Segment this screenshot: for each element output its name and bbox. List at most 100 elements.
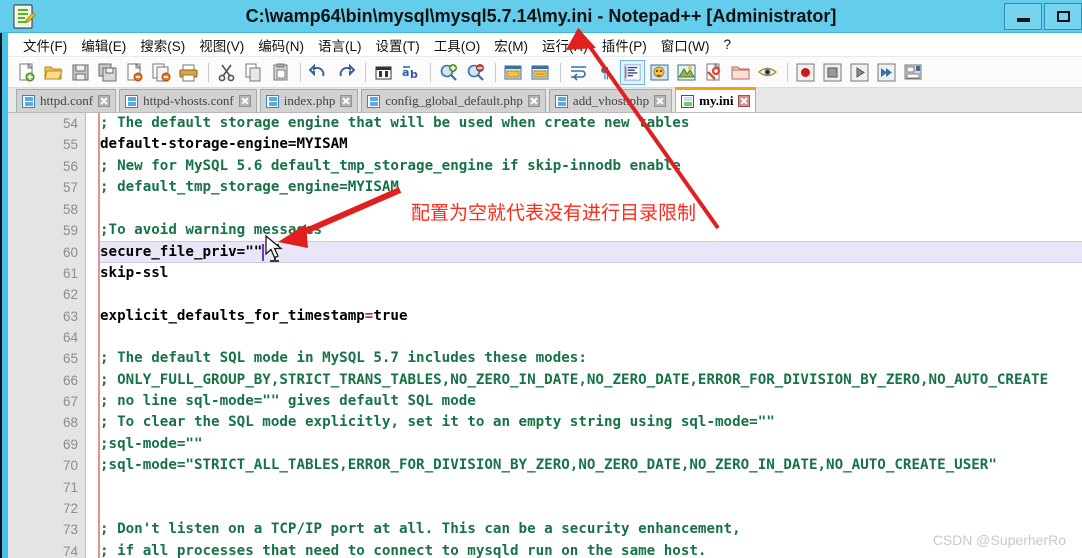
code-line[interactable]: 56 ; New for MySQL 5.6 default_tmp_storag… [63, 156, 1082, 177]
code-line[interactable]: 58 [63, 199, 1082, 220]
cut-icon[interactable] [214, 60, 239, 85]
undo-icon[interactable] [306, 60, 331, 85]
copy-icon[interactable] [241, 60, 266, 85]
code-line-text[interactable]: ; New for MySQL 5.6 default_tmp_storage_… [100, 156, 681, 177]
save-all-icon[interactable] [95, 60, 120, 85]
close-all-icon[interactable] [149, 60, 174, 85]
tab-my-ini[interactable]: my.ini [675, 87, 757, 112]
code-line[interactable]: 72 [63, 498, 1082, 519]
monitoring-eye-icon[interactable] [755, 60, 780, 85]
code-line[interactable]: 74 ; if all processes that need to connec… [63, 541, 1082, 558]
code-line[interactable]: 55 default-storage-engine=MYISAM [63, 134, 1082, 155]
code-line[interactable]: 63 explicit_defaults_for_timestamp=true [63, 306, 1082, 327]
code-line[interactable]: 61 skip-ssl [63, 263, 1082, 284]
close-icon[interactable] [654, 95, 667, 107]
menu-item-view[interactable]: 视图(V) [192, 34, 251, 56]
code-line-text[interactable]: ; Don't listen on a TCP/IP port at all. … [100, 519, 741, 540]
code-editor[interactable]: 54 ; The default storage engine that will… [8, 113, 1082, 558]
code-line-text[interactable]: ; ONLY_FULL_GROUP_BY,STRICT_TRANS_TABLES… [100, 370, 1048, 391]
macro-play-multiple-icon[interactable] [874, 60, 899, 85]
code-line[interactable]: 67 ; no line sql-mode="" gives default SQ… [63, 391, 1082, 412]
menu-item-macro[interactable]: 宏(M) [487, 34, 535, 56]
menu-item-encoding[interactable]: 编码(N) [251, 34, 311, 56]
code-line[interactable]: 65 ; The default SQL mode in MySQL 5.7 in… [63, 348, 1082, 369]
tab-label: my.ini [699, 93, 734, 108]
print-icon[interactable] [176, 60, 201, 85]
menu-item-search[interactable]: 搜索(S) [133, 34, 192, 56]
macro-record-icon[interactable] [793, 60, 818, 85]
code-line-text[interactable]: ; The default storage engine that will b… [100, 113, 689, 134]
code-line-text[interactable]: ;sql-mode="STRICT_ALL_TABLES,ERROR_FOR_D… [100, 455, 997, 476]
code-line-text[interactable]: ; The default SQL mode in MySQL 5.7 incl… [100, 348, 587, 369]
folder-workspace-icon[interactable] [728, 60, 753, 85]
maximize-button[interactable] [1044, 3, 1082, 30]
menu-item-window[interactable]: 窗口(W) [654, 34, 717, 56]
menu-item-settings[interactable]: 设置(T) [369, 34, 427, 56]
fold-margin[interactable] [86, 113, 100, 558]
sync-vertical-icon[interactable] [501, 60, 526, 85]
code-line-text[interactable]: secure_file_priv="" [100, 242, 262, 263]
zoom-in-icon[interactable] [436, 60, 461, 85]
close-icon[interactable] [238, 95, 251, 107]
close-icon[interactable] [738, 95, 751, 107]
tab-httpd-vhosts-conf[interactable]: httpd-vhosts.conf [119, 89, 257, 112]
code-line[interactable]: 66 ; ONLY_FULL_GROUP_BY,STRICT_TRANS_TABL… [63, 370, 1082, 391]
sync-horizontal-icon[interactable] [528, 60, 553, 85]
code-line-text[interactable]: ;To avoid warning messages [100, 220, 322, 241]
menu-item-help[interactable]: ? [716, 36, 738, 53]
code-line-text[interactable]: explicit_defaults_for_timestamp=true [100, 306, 408, 327]
tab-add-vhost-php[interactable]: add_vhost.php [548, 89, 673, 112]
close-icon[interactable] [527, 95, 540, 107]
code-line[interactable]: 57 ; default_tmp_storage_engine=MYISAM [63, 177, 1082, 198]
code-line-text[interactable]: ;sql-mode="" [100, 434, 203, 455]
tab-config-global-default-php[interactable]: config_global_default.php [361, 89, 546, 112]
code-line[interactable]: 59 ;To avoid warning messages [63, 220, 1082, 241]
user-language-icon[interactable] [647, 60, 672, 85]
code-line[interactable]: 69 ;sql-mode="" [63, 434, 1082, 455]
code-line[interactable]: 70 ;sql-mode="STRICT_ALL_TABLES,ERROR_FOR… [63, 455, 1082, 476]
tab-index-php[interactable]: index.php [259, 89, 359, 112]
macro-play-icon[interactable] [847, 60, 872, 85]
code-line-text[interactable]: skip-ssl [100, 263, 168, 284]
find-icon[interactable] [371, 60, 396, 85]
indent-guide-icon[interactable] [620, 59, 645, 85]
menu-item-tools[interactable]: 工具(O) [427, 34, 488, 56]
close-icon[interactable] [98, 95, 111, 107]
replace-icon[interactable]: ab [398, 60, 423, 85]
code-line-text[interactable]: default-storage-engine=MYISAM [100, 134, 348, 155]
macro-save-icon[interactable] [901, 60, 926, 85]
code-line[interactable]: 64 [63, 327, 1082, 348]
code-text-area[interactable]: 54 ; The default storage engine that will… [63, 113, 1082, 558]
redo-icon[interactable] [333, 60, 358, 85]
menu-item-file[interactable]: 文件(F) [16, 34, 74, 56]
new-file-icon[interactable] [14, 60, 39, 85]
menu-item-language[interactable]: 语言(L) [311, 34, 369, 56]
code-line-text[interactable]: ; if all processes that need to connect … [100, 541, 706, 558]
save-icon[interactable] [68, 60, 93, 85]
menu-item-plugins[interactable]: 插件(P) [595, 34, 654, 56]
word-wrap-icon[interactable] [566, 60, 591, 85]
code-line[interactable]: 68 ; To clear the SQL mode explicitly, se… [63, 412, 1082, 433]
macro-stop-icon[interactable] [820, 60, 845, 85]
show-all-chars-icon[interactable]: ¶ [593, 60, 618, 85]
open-file-icon[interactable] [41, 60, 66, 85]
code-line-text[interactable]: ; To clear the SQL mode explicitly, set … [100, 412, 775, 433]
paste-icon[interactable] [268, 60, 293, 85]
menu-item-edit[interactable]: 编辑(E) [74, 34, 133, 56]
zoom-out-icon[interactable] [463, 60, 488, 85]
code-line[interactable]: 71 [63, 477, 1082, 498]
code-line-text[interactable]: ; default_tmp_storage_engine=MYISAM [100, 177, 399, 198]
close-icon[interactable] [340, 95, 353, 107]
code-line[interactable]: 54 ; The default storage engine that will… [63, 113, 1082, 134]
file-icon [265, 94, 279, 108]
code-line[interactable]: 62 [63, 284, 1082, 305]
document-map-icon[interactable] [674, 60, 699, 85]
close-file-icon[interactable] [122, 60, 147, 85]
tab-httpd-conf[interactable]: httpd.conf [16, 89, 117, 112]
function-list-icon[interactable] [701, 60, 726, 85]
menu-item-run[interactable]: 运行(R) [535, 34, 595, 56]
minimize-button[interactable] [1004, 3, 1042, 30]
code-line-text[interactable]: ; no line sql-mode="" gives default SQL … [100, 391, 476, 412]
code-line[interactable]: 73 ; Don't listen on a TCP/IP port at all… [63, 519, 1082, 540]
code-line[interactable]: 60 secure_file_priv="" [63, 241, 1082, 263]
